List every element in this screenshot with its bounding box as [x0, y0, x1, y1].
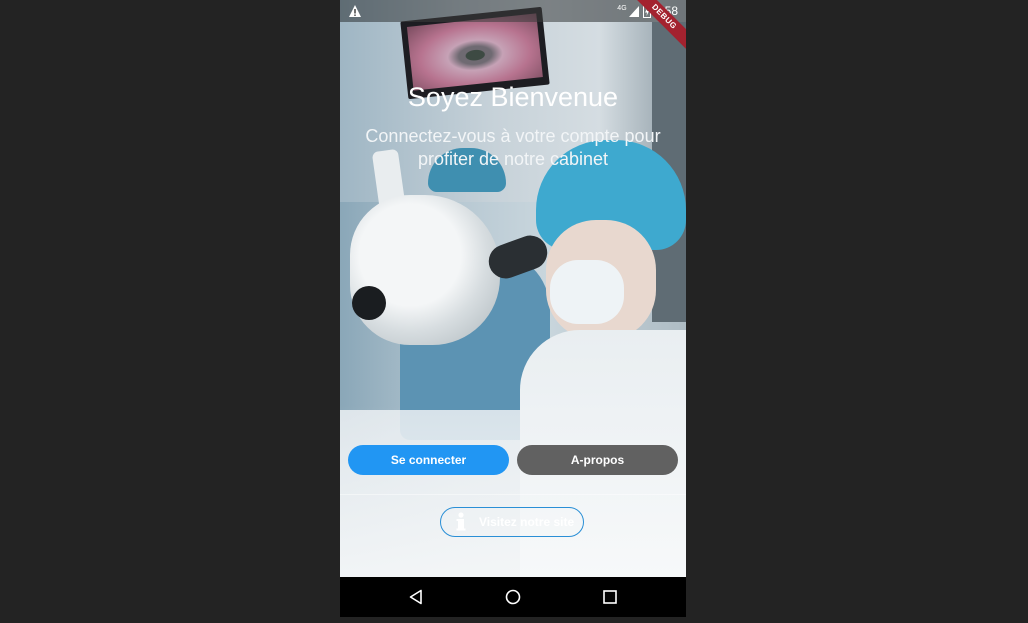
status-bar: 4G 2:58 DEBUG	[340, 0, 686, 58]
signal-icon	[628, 5, 639, 17]
welcome-title: Soyez Bienvenue	[407, 82, 619, 112]
recent-square-icon[interactable]	[603, 590, 617, 604]
network-type: 4G	[617, 4, 627, 12]
visit-site-button[interactable]: Visitez notre site	[440, 507, 584, 537]
navigation-bar	[340, 577, 686, 617]
warning-triangle-icon	[349, 5, 361, 17]
home-circle-icon[interactable]	[505, 589, 521, 605]
phone-screen: 4G 2:58 DEBUG Soyez Bienvenue Connectez-…	[340, 0, 686, 617]
visit-site-label: Visitez notre site	[479, 515, 575, 529]
microscope-image	[350, 195, 500, 345]
back-triangle-icon[interactable]	[408, 589, 424, 605]
about-button[interactable]: A-propos	[517, 445, 678, 475]
divider	[340, 494, 686, 495]
welcome-subtitle: Connectez-vous à votre compte pour profi…	[365, 126, 661, 169]
login-button[interactable]: Se connecter	[348, 445, 509, 475]
info-icon	[456, 512, 466, 531]
